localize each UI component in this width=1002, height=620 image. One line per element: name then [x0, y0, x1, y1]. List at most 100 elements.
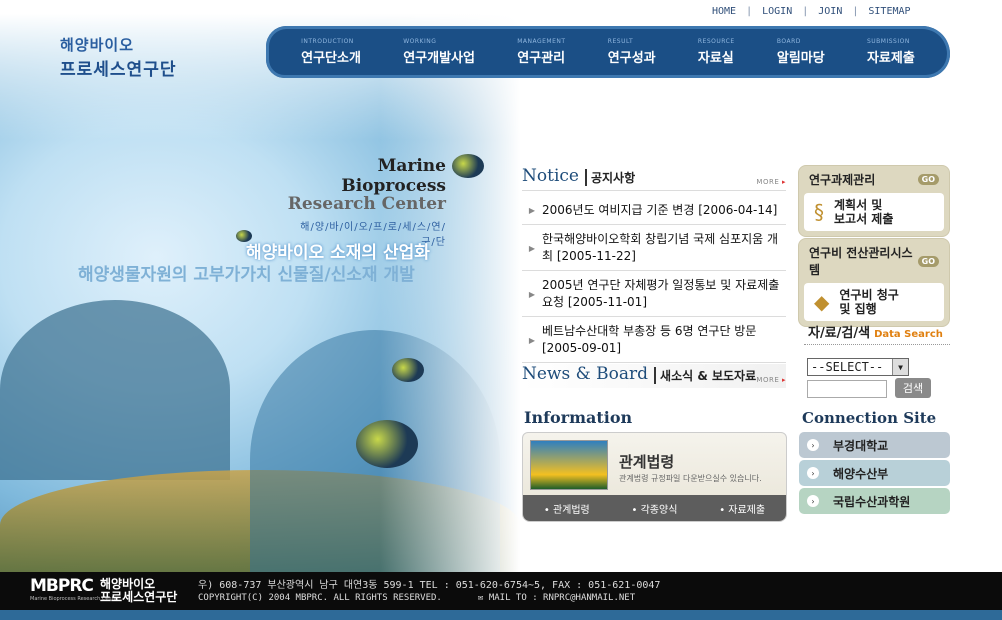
search-category-select[interactable]: --SELECT-- ▼	[807, 358, 909, 376]
divider: |	[746, 6, 753, 17]
data-search-title: 자/료/검/색 Data Search	[808, 322, 943, 341]
bullet-icon: ▶	[528, 335, 536, 345]
divider	[804, 344, 950, 345]
bullet-icon: ▶	[528, 243, 536, 253]
project-management-box[interactable]: 연구과제관리 GO § 계획서 및 보고서 제출	[798, 165, 950, 237]
nav-eng-label: BOARD	[776, 38, 801, 45]
site-link-pknu[interactable]: › 부경대학교	[799, 432, 950, 458]
site-link-nfrdi[interactable]: › 국립수산과학원	[799, 488, 950, 514]
search-button[interactable]: 검색	[895, 378, 931, 398]
login-link[interactable]: LOGIN	[756, 6, 798, 17]
box-title: 연구과제관리	[809, 173, 876, 187]
notice-text: 2005년 연구단 자체평가 일정통보 및 자료제출요청 [2005-11-01…	[542, 278, 780, 309]
information-box: 관계법령 관계법령 규정파일 다운받으실수 있습니다. • 관계법령 • 각종양…	[522, 432, 787, 522]
information-links: • 관계법령 • 각종양식 • 자료제출	[523, 495, 786, 521]
logo-line2: 프로세스연구단	[60, 60, 177, 80]
coral-shape	[0, 300, 230, 480]
utility-nav: HOME | LOGIN | JOIN | SITEMAP	[706, 6, 917, 17]
nav-eng-label: SUBMISSION	[866, 38, 910, 45]
news-header: News & Board 새소식 & 보도자료 MORE ▸	[522, 364, 786, 388]
box-title: 연구비 전산관리시스템	[809, 246, 913, 277]
arrow-icon: ›	[807, 467, 819, 479]
nav-management[interactable]: MANAGEMENT 연구관리	[517, 38, 565, 66]
mail-icon: ✉	[478, 593, 484, 603]
search-input[interactable]	[807, 380, 887, 398]
nav-eng-label: WORKING	[403, 38, 437, 45]
hero-ocean-image	[0, 0, 520, 572]
go-button[interactable]: GO	[917, 255, 939, 267]
nav-label: 연구개발사업	[403, 51, 475, 66]
nav-intro[interactable]: INTRODUCTION 연구단소개	[301, 38, 361, 66]
nav-eng-label: INTRODUCTION	[301, 38, 354, 45]
nav-label: 알림마당	[776, 51, 825, 66]
footer-logo-kr: 해양바이오 프로세스연구단	[100, 578, 177, 604]
footer-mail-link[interactable]: ✉ MAIL TO : RNPRC@HANMAIL.NET	[478, 593, 635, 603]
home-link[interactable]: HOME	[706, 6, 742, 17]
fish-icon	[452, 154, 484, 178]
site-label: 국립수산과학원	[833, 494, 911, 509]
go-button[interactable]: GO	[917, 174, 939, 185]
list-item[interactable]: ▶ 베트남수산대학 부총장 등 6명 연구단 방문 [2005-09-01]	[522, 317, 786, 363]
footer: MBPRC Marine Bioprocess Research Center …	[0, 572, 1002, 620]
nav-label: 연구성과	[607, 51, 656, 66]
right-fade	[380, 0, 520, 572]
divider: |	[852, 6, 859, 17]
list-item[interactable]: ▶ 2005년 연구단 자체평가 일정통보 및 자료제출요청 [2005-11-0…	[522, 271, 786, 317]
divider: |	[802, 6, 809, 17]
nav-label: 자료실	[697, 51, 734, 66]
sitemap-link[interactable]: SITEMAP	[862, 6, 916, 17]
nav-label: 연구단소개	[301, 51, 361, 66]
hero-title-line2: Research Center	[287, 194, 446, 214]
fish-icon	[392, 358, 424, 382]
main-nav: INTRODUCTION 연구단소개 WORKING 연구개발사업 MANAGEME…	[266, 26, 950, 78]
news-title-kr: 새소식 & 보도자료	[654, 367, 756, 384]
chevron-down-icon: ▼	[892, 359, 908, 375]
info-link-laws[interactable]: • 관계법령	[544, 501, 590, 516]
select-value: --SELECT--	[811, 360, 884, 374]
information-subtext: 관계법령 규정파일 다운받으실수 있습니다.	[619, 474, 762, 483]
info-link-label: 자료제출	[728, 504, 766, 516]
footer-logo-kr2: 프로세스연구단	[100, 590, 178, 604]
info-link-label: 각종양식	[640, 504, 678, 516]
hero-title: Marine Bioprocess Research Center 해/양/바/…	[286, 156, 446, 248]
list-item[interactable]: ▶ 한국해양바이오학회 창립기념 국제 심포지움 개최 [2005-11-22]	[522, 225, 786, 271]
information-title: Information	[524, 408, 633, 427]
news-title: News & Board	[522, 364, 649, 384]
more-label: MORE	[756, 376, 780, 384]
data-search-title-en: Data Search	[874, 329, 943, 340]
info-link-forms[interactable]: • 각종양식	[632, 501, 678, 516]
info-link-submit[interactable]: • 자료제출	[719, 501, 765, 516]
coral-image	[530, 440, 608, 490]
box-label: 연구비 청구 및 집행	[839, 288, 899, 316]
notice-list: ▶ 2006년도 여비지급 기준 변경 [2006-04-14] ▶ 한국해양바이오…	[522, 196, 786, 363]
seahorse-icon: §	[814, 200, 824, 224]
nav-board[interactable]: BOARD 알림마당	[777, 38, 825, 66]
budget-system-box[interactable]: 연구비 전산관리시스템 GO ◆ 연구비 청구 및 집행	[798, 238, 950, 327]
site-link-momaf[interactable]: › 해양수산부	[799, 460, 950, 486]
fish-icon: ◆	[814, 290, 830, 314]
footer-stripe	[0, 610, 1002, 620]
footer-copyright: COPYRIGHT(C) 2004 MBPRC. ALL RIGHTS RESE…	[198, 593, 442, 603]
nav-eng-label: RESULT	[607, 38, 634, 45]
logo-line1: 해양바이오	[60, 36, 135, 54]
arrow-icon: ▸	[781, 178, 786, 186]
notice-title-kr: 공지사항	[584, 169, 635, 186]
notice-more-link[interactable]: MORE ▸	[756, 178, 786, 186]
site-logo[interactable]: 해양바이오 프로세스연구단	[60, 34, 190, 80]
nav-working[interactable]: WORKING 연구개발사업	[403, 38, 475, 66]
arrow-icon: ›	[807, 495, 819, 507]
nav-result[interactable]: RESULT 연구성과	[608, 38, 656, 66]
bullet-icon: ▶	[528, 206, 536, 215]
nav-submission[interactable]: SUBMISSION 자료제출	[867, 38, 915, 66]
site-label: 해양수산부	[833, 466, 889, 481]
join-link[interactable]: JOIN	[812, 6, 848, 17]
information-heading[interactable]: 관계법령	[619, 451, 674, 472]
connection-site-title: Connection Site	[802, 409, 937, 427]
box-label: 계획서 및 보고서 제출	[834, 198, 894, 226]
bullet-icon: ▶	[528, 289, 536, 299]
nav-resource[interactable]: RESOURCE 자료실	[698, 38, 735, 66]
footer-logo: MBPRC Marine Bioprocess Research Center …	[30, 576, 177, 604]
fish-icon	[356, 420, 418, 468]
list-item[interactable]: ▶ 2006년도 여비지급 기준 변경 [2006-04-14]	[522, 196, 786, 225]
news-more-link[interactable]: MORE ▸	[756, 376, 786, 384]
